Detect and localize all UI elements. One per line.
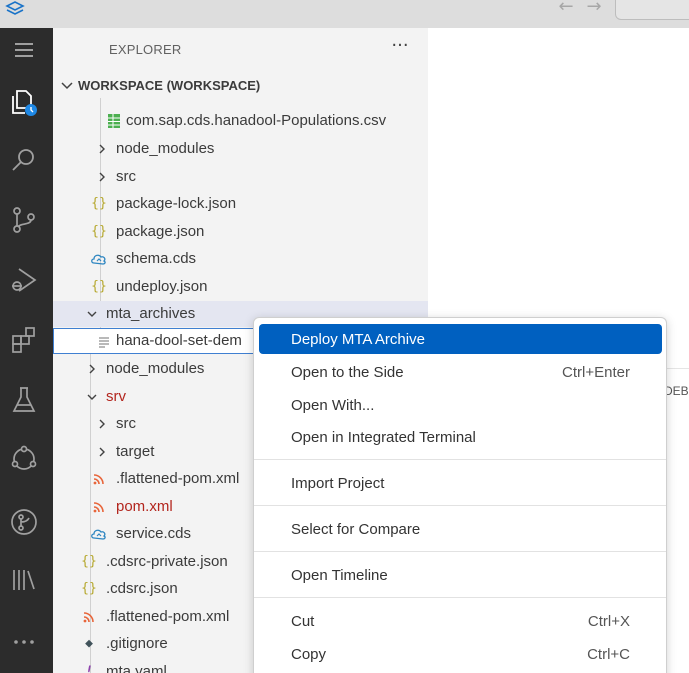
chevron-down-icon — [87, 311, 97, 317]
menu-separator — [254, 505, 666, 506]
chevron-right-icon — [89, 364, 95, 374]
menu-item-import-project[interactable]: Import Project — [259, 468, 662, 498]
menu-item-shortcut: Ctrl+X — [587, 613, 630, 630]
tree-item-label: .flattened-pom.xml — [106, 608, 230, 625]
menu-item-deploy-mta-archive[interactable]: Deploy MTA Archive — [259, 324, 662, 354]
testing-icon[interactable] — [6, 382, 42, 418]
menu-item-shortcut: Ctrl+Enter — [562, 364, 630, 381]
source-control-icon[interactable] — [6, 202, 42, 238]
tree-item-file[interactable]: {} package.json — [53, 219, 428, 245]
menu-item-label: Import Project — [291, 475, 385, 492]
tree-item-label: mta.yaml — [106, 663, 167, 673]
menu-item-open-to-side[interactable]: Open to the Side Ctrl+Enter — [259, 357, 662, 387]
menu-item-label: Open to the Side — [291, 364, 404, 381]
rss-icon — [93, 502, 104, 513]
sap-fiori-icon[interactable] — [6, 440, 42, 476]
tree-item-label: node_modules — [106, 360, 205, 377]
tree-item-label: service.cds — [116, 525, 192, 542]
chevron-down-icon — [87, 394, 97, 400]
tree-item-file[interactable]: schema.cds — [53, 246, 428, 272]
menu-item-label: Deploy MTA Archive — [291, 331, 425, 348]
rss-icon — [83, 612, 94, 623]
menu-item-cut[interactable]: Cut Ctrl+X — [259, 606, 662, 636]
chevron-right-icon — [99, 419, 105, 429]
arrow-left-icon[interactable]: ← — [556, 0, 576, 16]
tree-item-label: undeploy.json — [116, 278, 208, 295]
tree-item-folder[interactable]: src — [53, 164, 428, 190]
menu-item-open-with[interactable]: Open With... — [259, 390, 662, 420]
tree-item-file[interactable]: {} package-lock.json — [53, 191, 428, 217]
title-bar: ← → — [0, 0, 689, 28]
activity-bar — [0, 28, 53, 673]
tree-item-label: com.sap.cds.hanadool-Populations.csv — [126, 112, 387, 129]
menu-item-select-for-compare[interactable]: Select for Compare — [259, 514, 662, 544]
tree-item-folder[interactable]: node_modules — [53, 136, 428, 162]
csv-table-icon — [108, 114, 120, 128]
file-lines-icon — [99, 337, 109, 348]
json-braces-icon: {} — [81, 581, 97, 596]
chevron-down-icon — [61, 82, 73, 90]
run-debug-icon[interactable] — [6, 262, 42, 298]
menu-item-label: Open in Integrated Terminal — [291, 429, 476, 446]
json-braces-icon: {} — [91, 279, 107, 294]
chevron-right-icon — [99, 144, 105, 154]
tree-item-label: package.json — [116, 223, 205, 240]
tree-item-label: srv — [106, 388, 126, 405]
tree-item-label: package-lock.json — [116, 195, 237, 212]
library-icon[interactable] — [6, 562, 42, 598]
chevron-right-icon — [99, 447, 105, 457]
command-center-search[interactable] — [615, 0, 689, 20]
rss-icon — [93, 474, 104, 485]
more-icon[interactable] — [6, 624, 42, 660]
yaml-icon: ! — [85, 664, 93, 673]
tree-item-label: target — [116, 443, 155, 460]
menu-item-copy[interactable]: Copy Ctrl+C — [259, 639, 662, 669]
menu-item-open-timeline[interactable]: Open Timeline — [259, 560, 662, 590]
tree-item-label: src — [116, 168, 136, 185]
tree-item-label: .cdsrc.json — [106, 580, 178, 597]
tree-item-label: mta_archives — [106, 305, 196, 322]
json-braces-icon: {} — [81, 554, 97, 569]
more-actions-icon[interactable]: ··· — [389, 37, 411, 60]
explorer-title: EXPLORER — [109, 42, 182, 57]
json-braces-icon: {} — [91, 196, 107, 211]
tree-item-label: hana-dool-set-dem — [116, 332, 242, 349]
workspace-section-header[interactable]: WORKSPACE (WORKSPACE) — [53, 74, 428, 98]
explorer-header: EXPLORER ··· — [53, 28, 428, 72]
tree-item-label: src — [116, 415, 136, 432]
tree-item-file[interactable]: com.sap.cds.hanadool-Populations.csv — [53, 108, 428, 134]
menu-separator — [254, 459, 666, 460]
panel-tab-debug[interactable]: DEB — [664, 384, 689, 398]
menu-separator — [254, 597, 666, 598]
tree-item-label: .cdsrc-private.json — [106, 553, 228, 570]
arrow-right-icon[interactable]: → — [584, 0, 604, 16]
git-diamond-icon: ◆ — [85, 636, 93, 651]
git-graph-icon[interactable] — [6, 504, 42, 540]
context-menu: Deploy MTA Archive Open to the Side Ctrl… — [253, 317, 667, 673]
tree-item-label: .flattened-pom.xml — [116, 470, 240, 487]
menu-item-label: Select for Compare — [291, 521, 421, 538]
menu-item-label: Copy — [291, 646, 327, 663]
json-braces-icon: {} — [91, 224, 107, 239]
tree-item-label: node_modules — [116, 140, 215, 157]
tree-item-label: schema.cds — [116, 250, 197, 267]
explorer-icon[interactable] — [6, 84, 42, 120]
chevron-right-icon — [99, 172, 105, 182]
extensions-icon[interactable] — [6, 322, 42, 358]
tree-item-label: pom.xml — [116, 498, 173, 515]
menu-item-shortcut: Ctrl+C — [587, 646, 630, 663]
menu-item-open-in-terminal[interactable]: Open in Integrated Terminal — [259, 422, 662, 452]
cds-cloud-icon — [91, 529, 106, 540]
tree-item-file[interactable]: {} undeploy.json — [53, 274, 428, 300]
menu-separator — [254, 551, 666, 552]
menu-item-label: Open With... — [291, 397, 375, 414]
tree-item-label: .gitignore — [106, 635, 168, 652]
search-icon[interactable] — [6, 142, 42, 178]
menu-item-label: Cut — [291, 613, 315, 630]
workspace-title: WORKSPACE (WORKSPACE) — [78, 78, 261, 93]
cds-cloud-icon — [91, 254, 106, 265]
menu-icon[interactable] — [6, 32, 42, 68]
app-logo-icon — [5, 1, 25, 15]
menu-item-label: Open Timeline — [291, 567, 388, 584]
